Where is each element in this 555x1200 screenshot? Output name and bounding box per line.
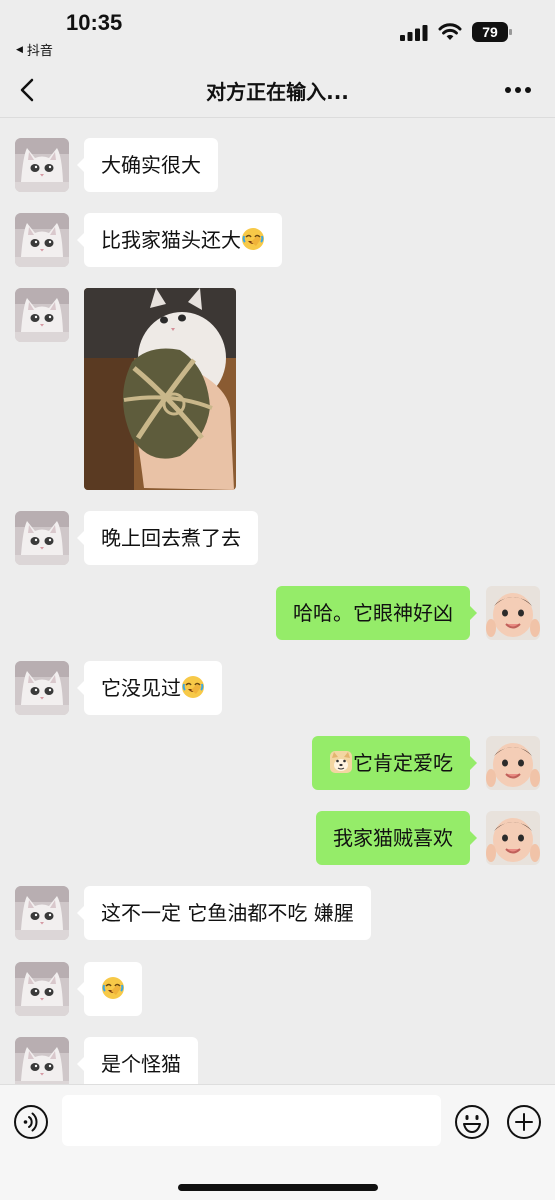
message-text: 我家猫贼喜欢 (333, 826, 453, 850)
message-list[interactable]: 大确实很大 比我家猫头还大 晚上回去煮了去 哈哈。它眼神好凶 它没见过 它肯定爱… (0, 118, 555, 1084)
message-text: 它没见过 (101, 676, 181, 700)
message-bubble[interactable]: 它没见过 (77, 661, 222, 715)
back-app-label: 抖音 (26, 44, 53, 59)
cat-with-crab-photo (84, 288, 236, 490)
message-text: 是个怪猫 (101, 1052, 181, 1076)
contact-avatar[interactable] (15, 138, 69, 192)
message-text: 这不一定 它鱼油都不吃 嫌腥 (101, 901, 354, 925)
message-text: 大确实很大 (101, 153, 201, 177)
cat-avatar-image (15, 213, 69, 267)
cat-avatar-image (15, 886, 69, 940)
message-bubble[interactable]: 晚上回去煮了去 (77, 511, 258, 565)
message-bubble[interactable]: 这不一定 它鱼油都不吃 嫌腥 (77, 886, 371, 940)
home-indicator[interactable] (178, 1184, 378, 1191)
my-avatar[interactable] (486, 736, 540, 790)
chat-title: 对方正在输入... (206, 80, 349, 104)
message-text: 比我家猫头还大 (101, 228, 241, 252)
battery-indicator: 79 (472, 22, 512, 42)
message-bubble[interactable]: 哈哈。它眼神好凶 (276, 586, 477, 640)
contact-avatar[interactable] (15, 213, 69, 267)
contact-avatar[interactable] (15, 661, 69, 715)
baby-avatar-image (486, 811, 540, 865)
voice-input-icon[interactable] (13, 1104, 49, 1140)
cat-avatar-image (15, 288, 69, 342)
message-bubble[interactable]: 它肯定爱吃 (312, 736, 477, 790)
cat-avatar-image (15, 1037, 69, 1084)
cat-avatar-image (15, 138, 69, 192)
cellular-signal-icon (400, 25, 428, 41)
more-actions-plus-icon[interactable] (506, 1104, 542, 1140)
facepalm-laugh-emoji-icon (101, 976, 125, 1000)
message-text: 晚上回去煮了去 (101, 526, 241, 550)
message-bubble[interactable]: 比我家猫头还大 (77, 213, 282, 267)
my-avatar[interactable] (486, 586, 540, 640)
status-bar: 10:35 ◀ 抖音 79 (0, 0, 555, 62)
message-bubble[interactable]: 我家猫贼喜欢 (316, 811, 477, 865)
contact-avatar[interactable] (15, 511, 69, 565)
cat-avatar-image (15, 962, 69, 1016)
battery-level: 79 (472, 22, 508, 42)
back-to-app-link[interactable]: ◀ 抖音 (16, 40, 53, 59)
message-text: 它肯定爱吃 (353, 751, 453, 775)
cat-avatar-image (15, 661, 69, 715)
facepalm-laugh-emoji-icon (241, 227, 265, 251)
wifi-icon (438, 23, 462, 40)
facepalm-laugh-emoji-icon (181, 675, 205, 699)
input-bar (0, 1084, 555, 1200)
emoji-picker-icon[interactable] (454, 1104, 490, 1140)
battery-cap (509, 29, 512, 35)
more-options-icon[interactable] (500, 76, 536, 104)
contact-avatar[interactable] (15, 962, 69, 1016)
cat-avatar-image (15, 511, 69, 565)
message-bubble[interactable]: 是个怪猫 (77, 1037, 198, 1084)
contact-avatar[interactable] (15, 288, 69, 342)
contact-avatar[interactable] (15, 886, 69, 940)
message-text: 哈哈。它眼神好凶 (293, 601, 453, 625)
doge-emoji-icon (329, 750, 353, 774)
message-bubble[interactable]: 大确实很大 (77, 138, 218, 192)
back-triangle-icon: ◀ (16, 44, 23, 55)
baby-avatar-image (486, 736, 540, 790)
emoji-message-bubble[interactable] (77, 962, 142, 1016)
status-time: 10:35 (66, 10, 123, 35)
message-input[interactable] (62, 1095, 441, 1146)
baby-avatar-image (486, 586, 540, 640)
chat-header: 对方正在输入... (0, 62, 555, 118)
contact-avatar[interactable] (15, 1037, 69, 1084)
photo-message[interactable] (84, 288, 236, 490)
my-avatar[interactable] (486, 811, 540, 865)
